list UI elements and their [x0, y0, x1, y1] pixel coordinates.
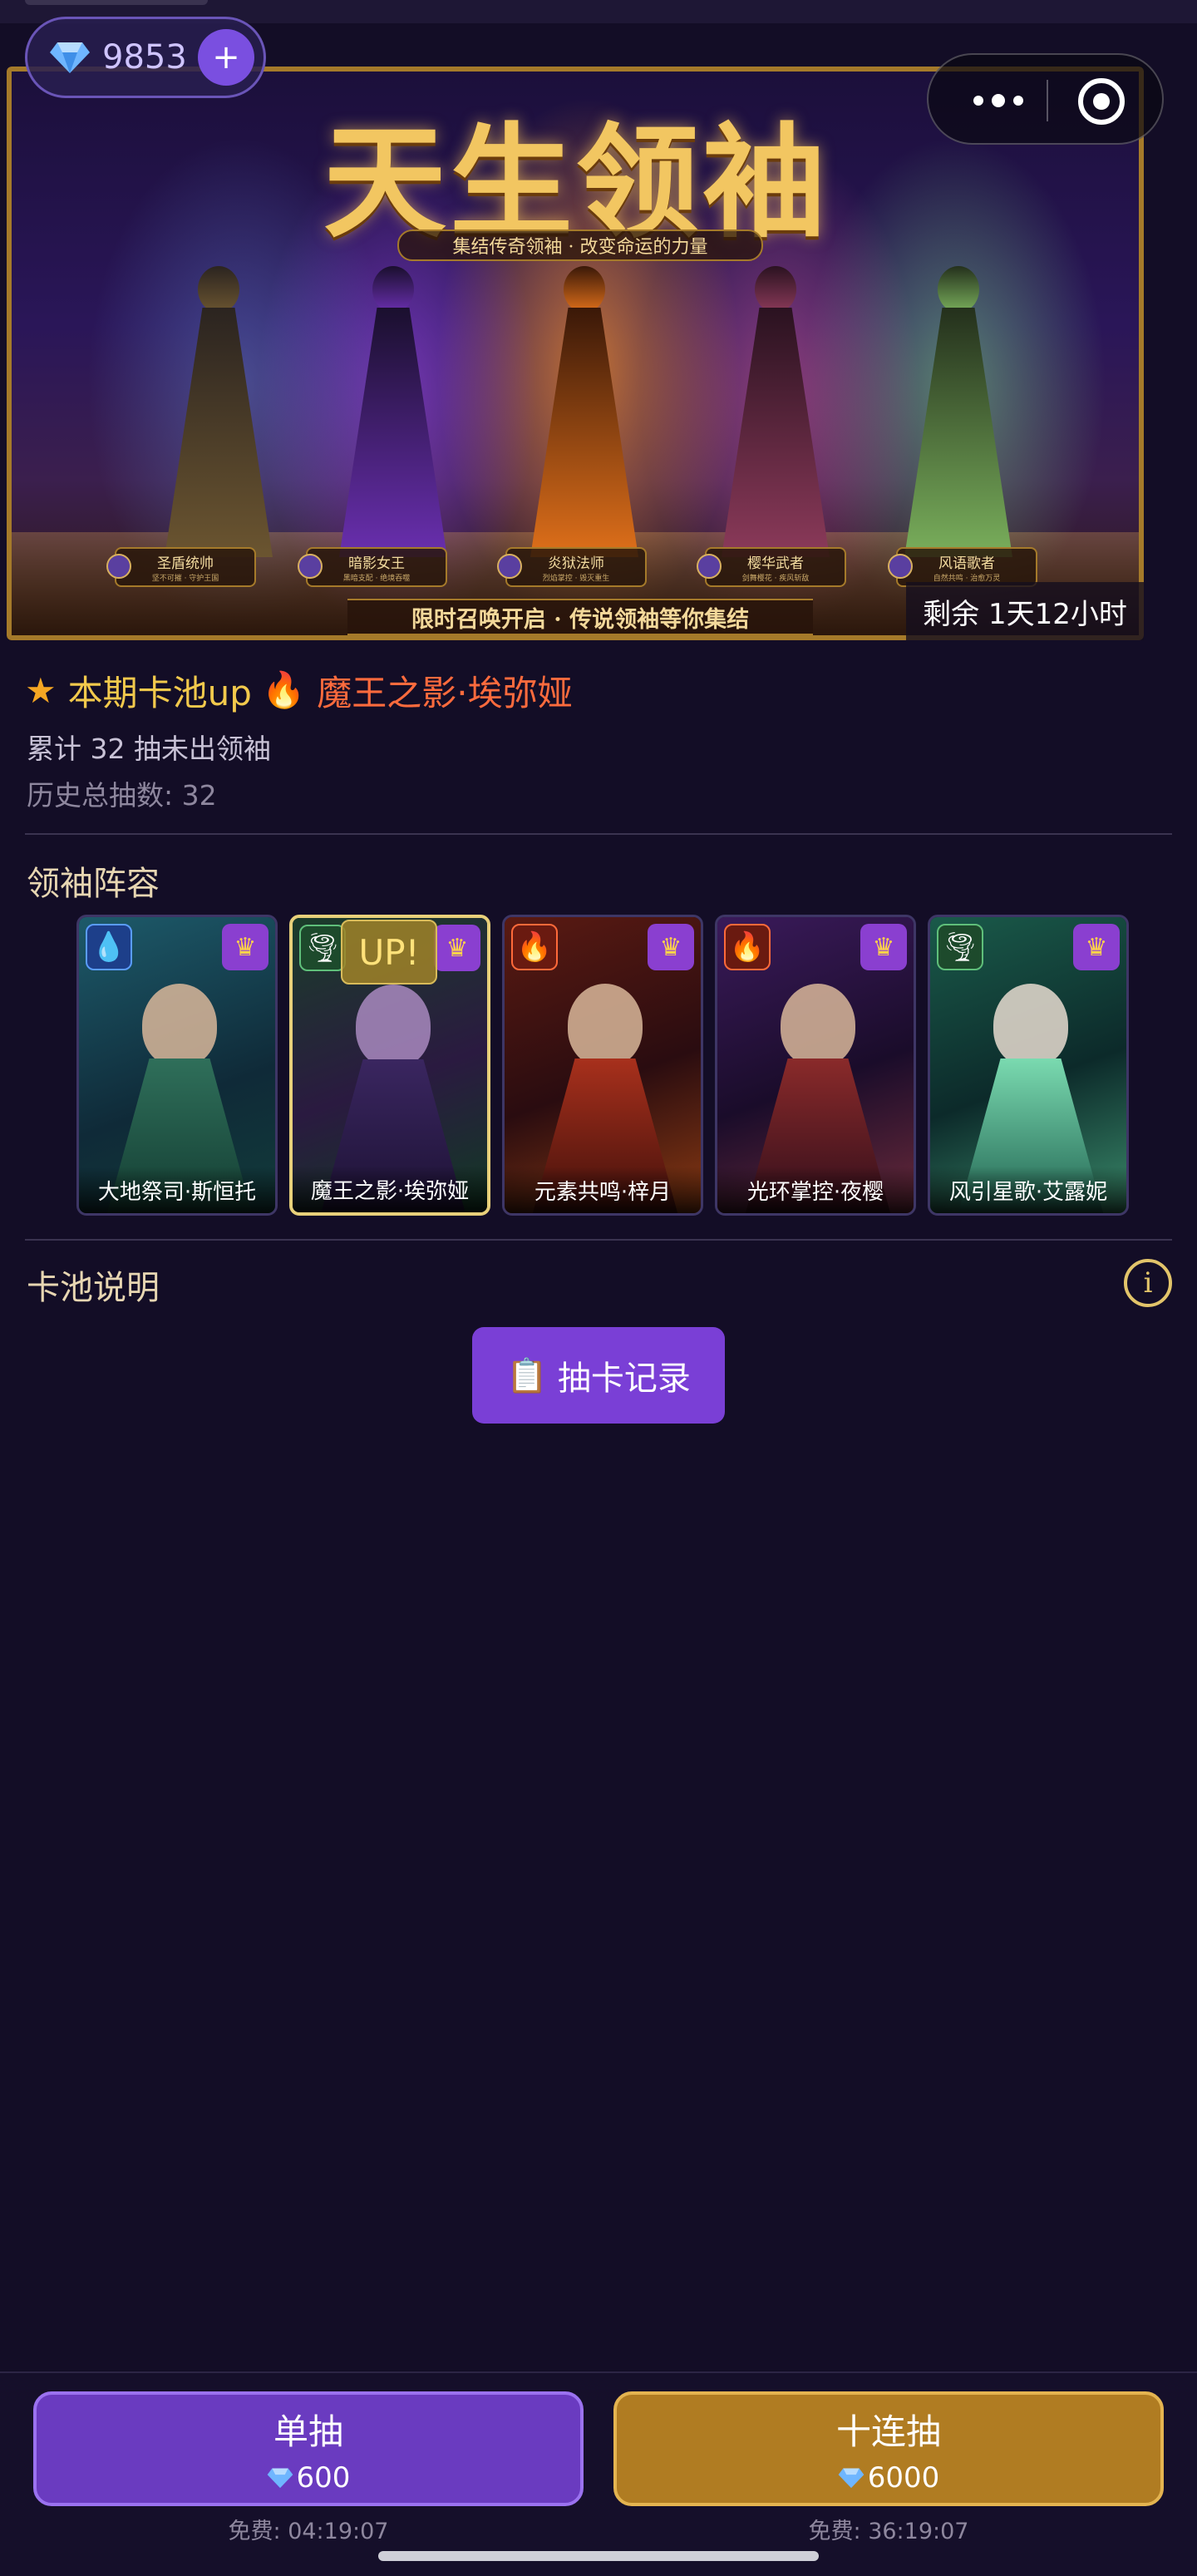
- crown-icon: ♛: [648, 924, 694, 970]
- hero-card[interactable]: 🌪 ♛ 风引星歌·艾露妮: [928, 915, 1129, 1216]
- hero-card-name: 元素共鸣·梓月: [505, 1167, 701, 1213]
- star-icon: ★: [25, 669, 57, 711]
- draw-history-button[interactable]: 📋 抽卡记录: [472, 1327, 725, 1424]
- hero-card-name: 大地祭司·斯恒托: [79, 1167, 275, 1213]
- single-draw-button[interactable]: 单抽 600: [33, 2391, 584, 2506]
- event-timer: 剩余 1天12小时: [906, 582, 1144, 640]
- gacha-screen: 天生领袖 集结传奇领袖 · 改变命运的力量 圣盾统帅 坚不可摧 · 守护王国 暗…: [0, 0, 1197, 2576]
- sakura-emblem-icon: [697, 554, 722, 579]
- banner-hero-tag: 剑舞樱花 · 疾风斩敌: [741, 575, 810, 583]
- banner-hero-label: 炎狱法师 烈焰掌控 · 毁灭重生: [497, 547, 647, 587]
- diamond-icon: [838, 2467, 864, 2488]
- banner-hero-1: [148, 266, 289, 565]
- status-pill: [25, 0, 208, 5]
- ten-draw-button[interactable]: 十连抽 6000: [613, 2391, 1164, 2506]
- fire-icon: 🔥: [261, 669, 306, 710]
- ten-draw-cost-value: 6000: [867, 2460, 940, 2495]
- total-draws: 历史总抽数: 32: [27, 779, 217, 812]
- banner-hero-tag: 黑暗支配 · 绝境吞噬: [342, 575, 411, 583]
- clipboard-icon: 📋: [506, 1356, 548, 1395]
- lineup-title: 领袖阵容: [27, 865, 160, 903]
- pity-counter: 累计 32 抽未出领袖: [27, 733, 271, 765]
- banner-subtitle: 集结传奇领袖 · 改变命运的力量: [397, 229, 763, 261]
- fire-icon: 🔥: [724, 924, 771, 970]
- hero-card-featured[interactable]: 🌪 ♛ UP! 魔王之影·埃弥娅: [289, 915, 490, 1216]
- divider: [25, 1239, 1172, 1241]
- pool-up-line: ★ 本期卡池up 🔥 魔王之影·埃弥娅: [25, 665, 573, 715]
- banner-hero-tag: 烈焰掌控 · 毁灭重生: [542, 575, 610, 583]
- draw-history-label: 抽卡记录: [557, 1360, 691, 1398]
- banner-hero-name: 炎狱法师: [548, 555, 604, 572]
- hero-card[interactable]: 🔥 ♛ 光环掌控·夜樱: [715, 915, 916, 1216]
- tornado-icon: 🌪: [299, 925, 346, 971]
- banner-hero-tag: 坚不可摧 · 守护王国: [151, 575, 219, 583]
- pool-description-title: 卡池说明: [27, 1269, 160, 1307]
- hero-card[interactable]: 💧 ♛ 大地祭司·斯恒托: [76, 915, 278, 1216]
- banner-hero-5: [888, 266, 1029, 565]
- banner-footer: 限时召唤开启 · 传说领袖等你集结: [347, 599, 813, 635]
- fire-icon: 🔥: [511, 924, 558, 970]
- hero-card-name: 风引星歌·艾露妮: [930, 1167, 1126, 1213]
- crown-icon: ♛: [434, 925, 480, 971]
- pool-up-hero: 魔王之影·埃弥娅: [317, 672, 573, 713]
- banner-hero-2: [323, 266, 464, 565]
- pool-up-label: 本期卡池up: [67, 672, 252, 713]
- ten-draw-label: 十连抽: [835, 2411, 941, 2452]
- leaf-emblem-icon: [888, 554, 913, 579]
- crown-icon: ♛: [860, 924, 907, 970]
- hero-card-name: 魔王之影·埃弥娅: [293, 1166, 487, 1212]
- banner-hero-name: 暗影女王: [348, 555, 405, 572]
- banner-hero-4: [705, 266, 846, 565]
- crown-icon: ♛: [1073, 924, 1120, 970]
- ten-draw-cost: 6000: [838, 2460, 940, 2495]
- diamond-balance[interactable]: 9853 +: [25, 17, 266, 98]
- close-target-icon[interactable]: [1078, 78, 1125, 125]
- banner-hero-name: 圣盾统帅: [157, 555, 214, 572]
- single-draw-cost: 600: [267, 2460, 351, 2495]
- banner-hero-name: 樱华武者: [747, 555, 804, 572]
- info-icon[interactable]: i: [1124, 1259, 1172, 1307]
- single-free-timer: 免费: 04:19:07: [228, 2519, 389, 2544]
- hero-card-name: 光环掌控·夜樱: [717, 1167, 914, 1213]
- shield-emblem-icon: [106, 554, 131, 579]
- home-indicator[interactable]: [378, 2551, 819, 2561]
- more-icon[interactable]: [962, 80, 1037, 121]
- banner-hero-label: 风语歌者 自然共鸣 · 治愈万灵: [888, 547, 1037, 587]
- shadow-emblem-icon: [298, 554, 323, 579]
- banner-hero-labels: 圣盾统帅 坚不可摧 · 守护王国 暗影女王 黑暗支配 · 绝境吞噬 炎狱法师 烈…: [106, 547, 1037, 589]
- water-drop-icon: 💧: [86, 924, 132, 970]
- banner-hero-name: 风语歌者: [938, 555, 995, 572]
- banner-hero-label: 圣盾统帅 坚不可摧 · 守护王国: [106, 547, 256, 587]
- diamond-icon: [267, 2467, 293, 2488]
- banner-hero-label: 樱华武者 剑舞樱花 · 疾风斩敌: [697, 547, 846, 587]
- flame-emblem-icon: [497, 554, 522, 579]
- divider: [25, 833, 1172, 835]
- capsule-divider: [1047, 80, 1048, 121]
- up-badge: UP!: [341, 920, 437, 985]
- crown-icon: ♛: [222, 924, 268, 970]
- diamond-count: 9853: [102, 38, 187, 76]
- banner-hero-3: [514, 266, 655, 565]
- single-draw-label: 单抽: [273, 2411, 343, 2452]
- event-banner[interactable]: 天生领袖 集结传奇领袖 · 改变命运的力量 圣盾统帅 坚不可摧 · 守护王国 暗…: [7, 67, 1144, 640]
- single-draw-cost-value: 600: [296, 2460, 351, 2495]
- hero-card[interactable]: 🔥 ♛ 元素共鸣·梓月: [502, 915, 703, 1216]
- tornado-icon: 🌪: [937, 924, 983, 970]
- add-diamonds-button[interactable]: +: [198, 29, 254, 86]
- diamond-icon: [50, 42, 90, 73]
- miniprogram-capsule: [927, 53, 1164, 145]
- ten-free-timer: 免费: 36:19:07: [808, 2519, 969, 2544]
- banner-hero-label: 暗影女王 黑暗支配 · 绝境吞噬: [298, 547, 447, 587]
- hero-card-list: 💧 ♛ 大地祭司·斯恒托 🌪 ♛ UP! 魔王之影·埃弥娅 🔥 ♛ 元素共鸣·梓…: [76, 915, 1129, 1216]
